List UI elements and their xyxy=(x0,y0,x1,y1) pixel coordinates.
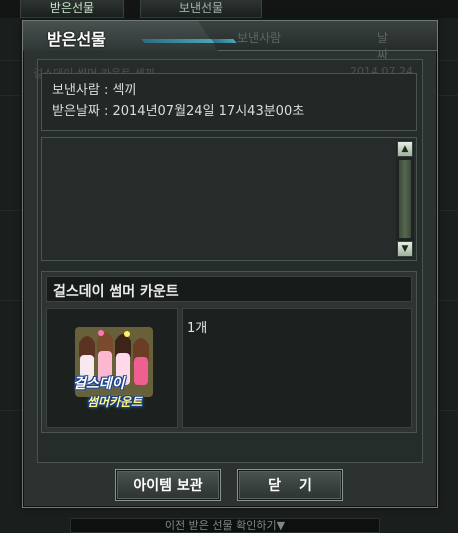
chevron-up-icon: ▲ xyxy=(401,144,409,154)
header-ghost-sender-column: 보낸사람 xyxy=(237,31,282,45)
scroll-down-button[interactable]: ▼ xyxy=(397,241,413,257)
gift-item-section: 걸스데이 썸머 카운트 걸스데이 썸머카운트 1개 xyxy=(41,271,417,433)
header-accent-stripe xyxy=(211,39,237,43)
header-ghost-date-column: 날 짜 xyxy=(377,31,403,62)
item-name: 걸스데이 썸머 카운트 xyxy=(53,284,179,300)
header-accent-stripe xyxy=(141,39,215,43)
background-tab-bar: 받은선물 보낸선물 xyxy=(0,0,458,18)
item-image-box: 걸스데이 썸머카운트 xyxy=(46,308,178,428)
item-title-bar: 걸스데이 썸머 카운트 xyxy=(46,276,412,302)
received-gift-dialog: 받은선물 보낸사람 날 짜 걸스데이 썸머 카운트 섹끼 2014.07.24 … xyxy=(22,20,438,508)
previous-gifts-button[interactable]: 이전 받은 선물 확인하기▼ xyxy=(70,518,380,533)
background-tab-sent[interactable]: 보낸선물 xyxy=(140,0,262,18)
close-button[interactable]: 닫기 xyxy=(237,469,343,501)
item-detail-box: 1개 xyxy=(182,308,412,428)
received-date-line: 받은날짜 : 2014년07월24일 17시43분00초 xyxy=(52,104,305,119)
scroll-up-button[interactable]: ▲ xyxy=(397,141,413,157)
message-scrollbar[interactable]: ▲ ▼ xyxy=(396,140,414,258)
dialog-title: 받은선물 xyxy=(47,30,106,49)
item-art-subtitle: 썸머카운트 xyxy=(87,395,143,409)
dialog-header: 받은선물 보낸사람 날 짜 xyxy=(23,21,437,62)
sender-line: 보낸사람 : 섹끼 xyxy=(52,83,137,98)
store-item-button[interactable]: 아이템 보관 xyxy=(115,469,221,501)
background-tab-received[interactable]: 받은선물 xyxy=(20,0,124,18)
gift-message-box[interactable]: ▲ ▼ xyxy=(41,137,417,261)
chevron-down-icon: ▼ xyxy=(401,244,409,254)
item-art-title: 걸스데이 xyxy=(73,376,125,392)
item-quantity: 1개 xyxy=(187,321,208,336)
scroll-track[interactable] xyxy=(399,160,411,238)
gift-info-box: 보낸사람 : 섹끼 받은날짜 : 2014년07월24일 17시43분00초 xyxy=(41,73,417,131)
